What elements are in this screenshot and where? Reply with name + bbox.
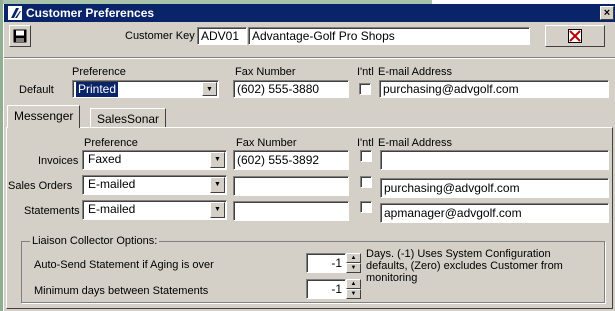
customer-key-field[interactable]: ADV01 (197, 27, 247, 45)
chevron-down-icon[interactable]: ▼ (210, 202, 225, 218)
default-fax-field[interactable]: (602) 555-3880 (233, 80, 349, 98)
statements-email-field[interactable]: apmanager@advgolf.com (380, 203, 609, 223)
default-preference-select[interactable]: Printed ▼ (72, 80, 219, 98)
invoices-label: Invoices (38, 155, 79, 167)
auto-send-value[interactable]: -1 (306, 253, 346, 273)
default-intl-checkbox[interactable] (359, 83, 371, 95)
customer-preferences-window: Customer Preferences × Customer Key ADV0… (3, 4, 615, 311)
liaison-description: Days. (-1) Uses System Configuration def… (366, 248, 563, 284)
min-days-stepper[interactable]: -1 ▲ ▼ (306, 279, 361, 299)
sales-orders-label: Sales Orders (8, 180, 73, 192)
messenger-header-intl: I'ntl (357, 137, 374, 149)
header-intl: I'ntl (357, 66, 374, 78)
liaison-group-title: Liaison Collector Options: (30, 235, 160, 248)
floppy-disk-icon (13, 29, 27, 43)
chevron-down-icon[interactable]: ▼ (210, 152, 225, 168)
header-fax-number: Fax Number (235, 66, 296, 78)
auto-send-label: Auto-Send Statement if Aging is over (34, 259, 214, 271)
messenger-header-preference: Preference (84, 137, 138, 149)
auto-send-stepper[interactable]: -1 ▲ ▼ (306, 253, 361, 273)
close-button[interactable]: × (600, 6, 614, 20)
messenger-header-email: E-mail Address (378, 137, 452, 149)
toolbar-divider (4, 57, 615, 59)
statements-preference-select[interactable]: E-mailed ▼ (82, 200, 227, 220)
sales-orders-fax-field[interactable] (233, 176, 349, 196)
min-days-value[interactable]: -1 (306, 279, 346, 299)
toolbar: Customer Key ADV01 Advantage-Golf Pro Sh… (4, 23, 615, 54)
statements-fax-field[interactable] (233, 201, 349, 221)
tab-messenger[interactable]: Messenger (7, 105, 81, 128)
spin-up-icon[interactable]: ▲ (346, 279, 361, 289)
header-email: E-mail Address (378, 66, 452, 78)
delete-button[interactable] (545, 25, 605, 47)
default-preference-value: Printed (76, 82, 119, 97)
spin-down-icon[interactable]: ▼ (346, 289, 361, 299)
tab-salessonar[interactable]: SalesSonar (90, 108, 167, 128)
invoices-intl-checkbox[interactable] (360, 150, 372, 162)
delete-record-icon (568, 29, 582, 43)
statements-preference-value: E-mailed (88, 202, 136, 216)
header-preference: Preference (72, 66, 126, 78)
app-logo-icon (8, 6, 22, 20)
window-title: Customer Preferences (26, 6, 155, 20)
messenger-header-fax: Fax Number (236, 137, 297, 149)
invoices-preference-select[interactable]: Faxed ▼ (82, 150, 227, 170)
statements-intl-checkbox[interactable] (360, 201, 372, 213)
sales-orders-preference-select[interactable]: E-mailed ▼ (82, 175, 227, 195)
sales-orders-preference-value: E-mailed (88, 177, 136, 191)
sales-orders-intl-checkbox[interactable] (360, 176, 372, 188)
customer-key-label: Customer Key (125, 30, 195, 42)
save-button[interactable] (9, 25, 31, 47)
title-bar: Customer Preferences × (4, 4, 615, 22)
invoices-preference-value: Faxed (88, 152, 122, 166)
default-label: Default (19, 84, 54, 96)
statements-label: Statements (24, 205, 80, 217)
chevron-down-icon[interactable]: ▼ (210, 177, 225, 193)
invoices-email-field[interactable] (380, 150, 609, 170)
chevron-down-icon[interactable]: ▼ (202, 82, 217, 96)
spin-up-icon[interactable]: ▲ (346, 253, 361, 263)
customer-name-field[interactable]: Advantage-Golf Pro Shops (248, 27, 530, 45)
min-days-label: Minimum days between Statements (34, 285, 209, 297)
sales-orders-email-field[interactable]: purchasing@advgolf.com (380, 178, 609, 198)
spin-down-icon[interactable]: ▼ (346, 263, 361, 273)
default-email-field[interactable]: purchasing@advgolf.com (379, 80, 609, 98)
invoices-fax-field[interactable]: (602) 555-3892 (233, 150, 349, 170)
